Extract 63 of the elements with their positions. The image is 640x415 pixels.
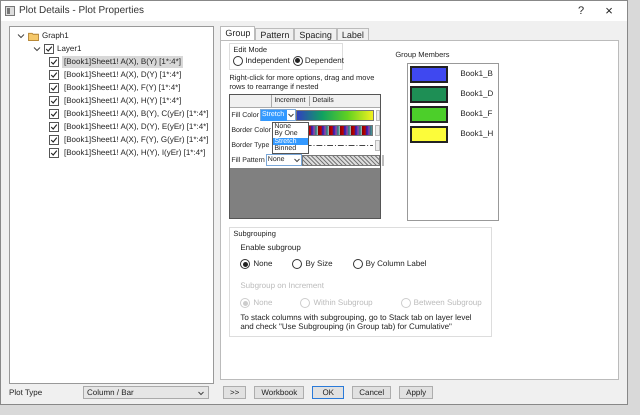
radio-label: None [253, 297, 272, 309]
dialog-button[interactable]: OK [312, 386, 344, 400]
plot-type-label: Plot Type [9, 386, 44, 399]
tab[interactable]: Spacing [294, 28, 337, 40]
dialog-button[interactable]: Cancel [352, 386, 392, 400]
tree-item[interactable]: [Book1]Sheet1! A(X), B(Y), C(yEr) [1*:4*] [62, 108, 210, 120]
radio-label: By Size [305, 258, 333, 270]
radio-label: Independent [245, 54, 290, 67]
more-button[interactable] [374, 124, 380, 136]
dialog-button[interactable]: Apply [399, 386, 434, 400]
tree-item[interactable]: [Book1]Sheet1! A(X), B(Y) [1*:4*] [62, 56, 183, 68]
chevron-icon[interactable] [197, 388, 205, 397]
member-label: Book1_F [460, 108, 492, 120]
increment-label: Subgroup on Increment [240, 280, 325, 292]
checkbox[interactable] [49, 122, 59, 132]
radio-button[interactable] [292, 259, 302, 269]
tree-item[interactable]: [Book1]Sheet1! A(X), F(Y) [1*:4*] [62, 82, 182, 94]
checkbox[interactable] [49, 135, 59, 145]
tree-item[interactable]: [Book1]Sheet1! A(X), H(Y), I(yEr) [1*:4*] [62, 147, 208, 159]
caret-icon[interactable] [17, 32, 25, 40]
tree-item[interactable]: [Book1]Sheet1! A(X), D(Y) [1*:4*] [62, 69, 184, 81]
radio-label: Dependent [304, 54, 344, 67]
radio-label: By Column Label [366, 258, 426, 270]
radio-button[interactable] [292, 56, 303, 66]
tab[interactable]: Label [336, 28, 369, 40]
tab[interactable]: Group [220, 26, 256, 40]
checkbox[interactable] [49, 57, 59, 67]
radio-label: None [253, 258, 272, 270]
tree-item[interactable]: [Book1]Sheet1! A(X), D(Y), E(yEr) [1*:4*] [62, 121, 210, 133]
radio-button[interactable] [352, 259, 363, 269]
more-button[interactable] [376, 110, 380, 121]
tree-item[interactable]: [Book1]Sheet1! A(X), H(Y) [1*:4*] [62, 95, 184, 107]
tree-item[interactable]: Graph1 [42, 30, 69, 42]
checkbox[interactable] [49, 96, 59, 106]
radio-button[interactable] [240, 259, 250, 269]
checkbox[interactable] [49, 83, 59, 93]
close-button[interactable]: × [595, 1, 623, 20]
window-icon [5, 6, 15, 16]
folder-icon [28, 32, 39, 40]
window-title: Plot Details - Plot Properties [19, 4, 144, 18]
radio-button[interactable] [233, 56, 244, 66]
dialog-button[interactable]: >> [223, 386, 246, 400]
radio-label: Between Subgroup [414, 297, 482, 309]
note-text: To stack columns with subgrouping, go to Stack tab on layer level and check "Use Subgrouping (in Group tab) for Cumulative" [240, 313, 473, 331]
checkbox[interactable] [49, 148, 59, 158]
checkbox[interactable] [49, 109, 59, 119]
more-button[interactable] [374, 140, 380, 151]
caret-icon[interactable] [33, 45, 41, 53]
checkbox[interactable] [44, 44, 54, 54]
member-label: Book1_B [460, 68, 493, 80]
checkbox[interactable] [49, 70, 59, 80]
dialog-button[interactable]: Workbook [254, 386, 304, 400]
member-label: Book1_D [460, 88, 494, 100]
tree-item[interactable]: Layer1 [57, 43, 82, 55]
tree-item[interactable]: [Book1]Sheet1! A(X), F(Y), G(yEr) [1*:4*] [62, 134, 210, 146]
chevron-icon[interactable] [286, 111, 295, 120]
chevron-icon[interactable] [292, 156, 301, 164]
member-label: Book1_H [460, 128, 494, 140]
tab[interactable]: Pattern [255, 28, 294, 40]
radio-label: Within Subgroup [313, 297, 373, 309]
enable-label: Enable subgroup [240, 242, 302, 254]
help-button[interactable]: ? [567, 2, 595, 19]
plot-type-dropdown[interactable]: Column / Bar [83, 386, 209, 400]
